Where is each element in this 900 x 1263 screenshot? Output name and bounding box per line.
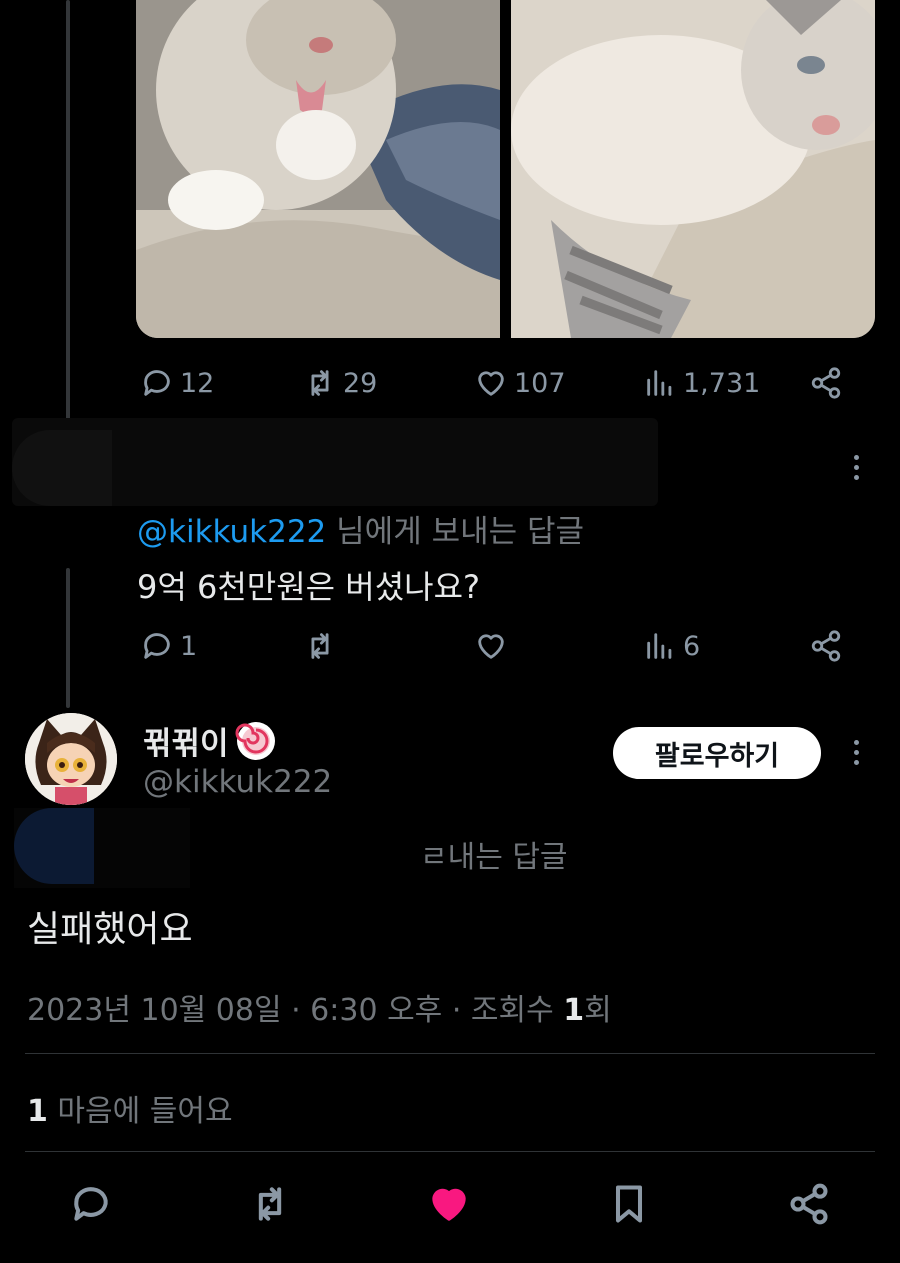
retweet-icon — [311, 370, 329, 396]
handle[interactable]: @kikkuk222 — [143, 764, 332, 800]
timestamp-text[interactable]: 2023년 10월 08일 · 6:30 오후 · 조회수 — [27, 993, 563, 1028]
tweet-photo-cat-licking[interactable] — [136, 0, 500, 338]
bottom-retweet-button[interactable] — [248, 1182, 292, 1226]
share-icon — [811, 367, 841, 399]
share-icon — [790, 1183, 828, 1225]
reply-tweet-reply-action[interactable]: 1 — [140, 629, 197, 663]
retweet-count: 29 — [343, 367, 378, 399]
replying-to-handle[interactable]: @kikkuk222 — [137, 514, 326, 550]
reply-action[interactable]: 12 — [140, 366, 214, 400]
reply-tweet-share-action[interactable] — [809, 629, 843, 663]
replying-to-suffix: 님에게 보내는 답글 — [336, 514, 585, 550]
reply-icon — [144, 633, 170, 659]
reply-text: 9억 6천만원은 버셨나요? — [137, 568, 481, 606]
share-icon — [811, 630, 841, 662]
reply-tweet-reply-count: 1 — [180, 630, 198, 662]
reply-tweet-like-action[interactable] — [474, 629, 508, 663]
views-icon — [647, 370, 672, 396]
avatar[interactable] — [25, 713, 117, 805]
likes-count: 1 — [27, 1094, 48, 1129]
view-count: 1 — [563, 993, 585, 1028]
divider-top — [25, 1053, 875, 1054]
bottom-bookmark-button[interactable] — [607, 1182, 651, 1226]
reply-icon — [144, 370, 170, 396]
divider-bottom — [25, 1151, 875, 1152]
likes-label: 마음에 들어요 — [47, 1094, 233, 1129]
retweet-icon — [311, 633, 329, 659]
view-suffix: 회 — [584, 993, 612, 1028]
views-icon — [647, 633, 672, 659]
replying-to-partial: ㄹ내는 답글 — [420, 840, 568, 875]
bottom-like-button[interactable] — [427, 1182, 471, 1226]
reply-icon — [74, 1187, 108, 1221]
like-icon — [478, 371, 504, 396]
reply-more-icon[interactable] — [851, 455, 861, 480]
replying-to-line: @kikkuk222 님에게 보내는 답글 — [137, 506, 584, 551]
views-action[interactable]: 1,731 — [643, 366, 760, 400]
reply-tweet-views-action[interactable]: 6 — [643, 629, 700, 663]
retweet-action[interactable]: 29 — [303, 366, 377, 400]
bookmark-icon — [615, 1185, 643, 1223]
likes-summary[interactable]: 1 마음에 들어요 — [27, 1086, 233, 1130]
like-action[interactable]: 107 — [474, 366, 566, 400]
reply-tweet-retweet-action[interactable] — [303, 629, 337, 663]
display-name-row[interactable]: 뀎뀎이 — [143, 718, 277, 763]
main-more-icon[interactable] — [851, 740, 861, 765]
thread-line-mid — [66, 568, 70, 708]
reply-tweet-views-count: 6 — [683, 630, 701, 662]
verified-badge-icon — [235, 721, 275, 760]
like-icon-filled — [432, 1188, 466, 1221]
like-count: 107 — [514, 367, 566, 399]
display-name: 뀎뀎이 — [143, 726, 229, 762]
tweet-timestamp: 2023년 10월 08일 · 6:30 오후 · 조회수 1회 — [27, 985, 612, 1029]
redacted-blue-blob — [14, 808, 94, 884]
share-action[interactable] — [809, 366, 843, 400]
bottom-share-button[interactable] — [787, 1182, 831, 1226]
views-count: 1,731 — [683, 367, 761, 399]
retweet-icon — [258, 1187, 282, 1221]
follow-button[interactable]: 팔로우하기 — [613, 727, 821, 779]
reply-count: 12 — [180, 367, 215, 399]
redacted-avatar — [12, 430, 112, 506]
main-tweet-text: 실패했어요 — [27, 909, 193, 950]
bottom-reply-button[interactable] — [69, 1182, 113, 1226]
tweet-photo-cat-lying[interactable] — [511, 0, 875, 338]
thread-line-top — [66, 0, 70, 424]
like-icon — [478, 634, 504, 659]
